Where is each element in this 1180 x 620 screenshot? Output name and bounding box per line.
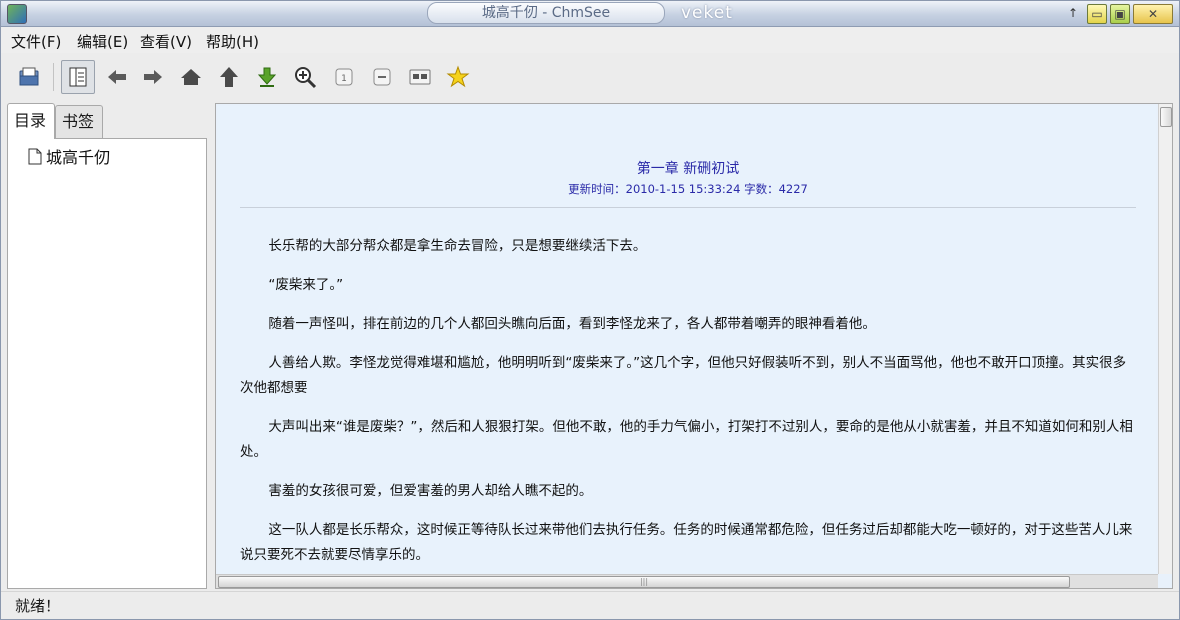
horizontal-scrollbar[interactable]: ||| [216, 574, 1158, 588]
reset-zoom-button[interactable]: 1 [330, 63, 358, 91]
paragraph: 随着一声怪叫，排在前边的几个人都回头瞧向后面，看到李怪龙来了，各人都带着嘲弄的眼… [268, 316, 876, 332]
minimize-button[interactable]: ▭ [1087, 4, 1107, 24]
title-bar[interactable]: 城高千仞 - ChmSee veket ↑ ▭ ▣ ✕ [1, 1, 1179, 27]
vertical-scroll-thumb[interactable] [1160, 107, 1172, 127]
divider [240, 207, 1136, 208]
menu-help[interactable]: 帮助(H) [206, 31, 259, 52]
content-view: 第一章 新硎初试 更新时间：2010-1-15 15:33:24 字数：4227… [215, 103, 1173, 589]
menu-view[interactable]: 查看(V) [140, 31, 192, 52]
keep-above-icon[interactable]: ↑ [1065, 4, 1081, 22]
forward-button[interactable] [139, 63, 167, 91]
tree-item-label: 城高千仞 [46, 148, 111, 167]
download-icon [257, 67, 277, 87]
home-button[interactable] [177, 63, 205, 91]
home-icon [181, 69, 201, 85]
title-extra-text: veket [681, 3, 733, 23]
zoom-in-button[interactable] [291, 63, 319, 91]
up-arrow-icon [220, 67, 238, 87]
sidebar-toggle-icon [69, 67, 87, 87]
paragraph: 这一队人都是长乐帮众，这时候正等待队长过来带他们去执行任务。任务的时候通常都危险… [240, 522, 1133, 563]
maximize-button[interactable]: ▣ [1110, 4, 1130, 24]
sidebar-toggle-button[interactable] [61, 60, 95, 94]
back-button[interactable] [103, 63, 131, 91]
close-icon: ✕ [1147, 7, 1159, 21]
zoom-out-button[interactable] [368, 63, 396, 91]
chapter-meta: 更新时间：2010-1-15 15:33:24 字数：4227 [568, 182, 808, 196]
reset-zoom-icon: 1 [335, 68, 353, 86]
vertical-scrollbar[interactable] [1158, 104, 1172, 574]
window-title: 城高千仞 - ChmSee [427, 2, 665, 24]
app-icon[interactable] [7, 4, 27, 24]
toolbar: 1 [1, 53, 1179, 101]
split-view-icon [409, 69, 431, 85]
maximize-icon: ▣ [1114, 7, 1126, 21]
toolbar-separator [53, 63, 54, 91]
paragraph: 害羞的女孩很可爱，但爱害羞的男人却给人瞧不起的。 [268, 483, 593, 499]
zoom-in-icon [295, 67, 317, 89]
main-window: 城高千仞 - ChmSee veket ↑ ▭ ▣ ✕ 文件(F) 编辑(E) … [0, 0, 1180, 620]
zoom-out-icon [373, 68, 391, 86]
close-button[interactable]: ✕ [1133, 4, 1173, 24]
forward-arrow-icon [144, 70, 162, 84]
chapter-title: 第一章 新硎初试 [636, 161, 740, 177]
menu-bar: 文件(F) 编辑(E) 查看(V) 帮助(H) [1, 27, 1179, 53]
back-arrow-icon [108, 70, 126, 84]
menu-edit[interactable]: 编辑(E) [77, 31, 128, 52]
split-view-button[interactable] [406, 63, 434, 91]
paragraph: 大声叫出来“谁是废柴？”，然后和人狠狠打架。但他不敢，他的手力气偏小，打架打不过… [240, 419, 1133, 460]
tab-bookmarks[interactable]: 书签 [55, 105, 103, 138]
favorite-star-icon [446, 65, 470, 88]
document-icon [28, 148, 42, 164]
status-bar: 就绪！ [1, 591, 1179, 619]
download-button[interactable] [253, 63, 281, 91]
paragraph: “废柴来了。” [268, 277, 344, 293]
tab-contents[interactable]: 目录 [7, 103, 55, 139]
minimize-icon: ▭ [1091, 7, 1103, 21]
paragraph: 长乐帮的大部分帮众都是拿生命去冒险，只是想要继续活下去。 [268, 238, 647, 254]
svg-text:1: 1 [341, 74, 347, 84]
open-file-icon [19, 67, 39, 86]
status-text: 就绪！ [15, 597, 61, 615]
paragraph: 人善给人欺。李怪龙觉得难堪和尴尬，他明明听到“废柴来了。”这几个字，但他只好假装… [240, 355, 1127, 396]
contents-tree: 城高千仞 [7, 138, 207, 589]
menu-file[interactable]: 文件(F) [11, 31, 61, 52]
up-button[interactable] [215, 63, 243, 91]
open-file-button[interactable] [15, 63, 43, 91]
article: 第一章 新硎初试 更新时间：2010-1-15 15:33:24 字数：4227… [218, 106, 1156, 574]
horizontal-scroll-thumb[interactable]: ||| [218, 576, 1070, 588]
tree-item[interactable]: 城高千仞 [28, 144, 110, 168]
favorite-button[interactable] [444, 63, 472, 91]
